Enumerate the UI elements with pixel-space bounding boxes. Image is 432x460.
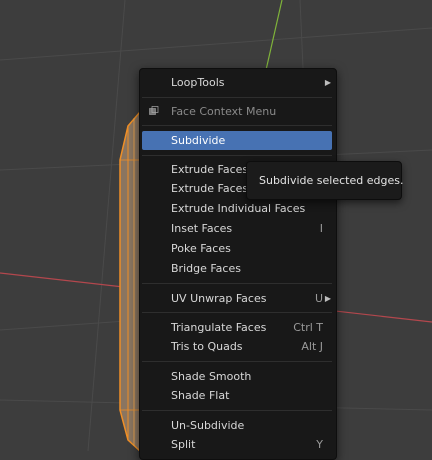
menu-header-label: Face Context Menu [171,105,277,118]
menu-item-label: Un-Subdivide [171,419,245,432]
menu-item-label: Subdivide [171,134,226,147]
menu-item-shade-flat[interactable]: Shade Flat [142,386,332,405]
face-context-menu: LoopTools ▶ Face Context Menu Subdivide … [139,68,337,460]
y-axis-line [265,0,283,71]
menu-item-label: Triangulate Faces [171,321,267,334]
menu-item-shortcut: I [319,222,323,235]
menu-item-label: Split [171,438,196,451]
menu-item-label: LoopTools [171,76,225,89]
menu-separator [142,97,332,98]
menu-item-triangulate-faces[interactable]: Triangulate Faces Ctrl T [142,318,332,337]
submenu-arrow-icon: ▶ [324,294,331,303]
menu-separator [142,312,332,313]
menu-item-shortcut: U [314,292,323,305]
selected-mesh[interactable] [119,109,141,451]
menu-separator [142,361,332,362]
menu-header: Face Context Menu [142,102,332,121]
menu-item-poke-faces[interactable]: Poke Faces [142,239,332,258]
menu-item-label: Shade Smooth [171,370,252,383]
menu-item-label: Tris to Quads [171,340,243,353]
menu-item-split[interactable]: Split Y [142,435,332,454]
menu-item-tris-to-quads[interactable]: Tris to Quads Alt J [142,337,332,356]
menu-item-label: Inset Faces [171,222,233,235]
menu-item-subdivide[interactable]: Subdivide [142,131,332,150]
menu-item-shortcut: Y [316,438,323,451]
submenu-arrow-icon: ▶ [324,78,331,87]
face-menu-icon [149,106,159,115]
menu-separator [142,155,332,156]
menu-item-label: UV Unwrap Faces [171,292,267,305]
menu-separator [142,125,332,126]
menu-item-shade-smooth[interactable]: Shade Smooth [142,367,332,386]
tooltip-text: Subdivide selected edges. [259,174,404,187]
menu-item-inset-faces[interactable]: Inset Faces I [142,219,332,238]
menu-item-label: Shade Flat [171,389,230,402]
menu-item-un-subdivide[interactable]: Un-Subdivide [142,416,332,435]
menu-item-label: Bridge Faces [171,262,241,275]
menu-item-bridge-faces[interactable]: Bridge Faces [142,259,332,278]
menu-item-label: Extrude Faces [171,163,249,176]
menu-item-shortcut: Ctrl T [293,321,323,334]
menu-separator [142,283,332,284]
menu-item-label: Poke Faces [171,242,231,255]
menu-item-looptools[interactable]: LoopTools ▶ [142,73,332,92]
menu-separator [142,410,332,411]
tooltip: Subdivide selected edges. [246,161,404,200]
menu-item-uv-unwrap-faces[interactable]: UV Unwrap Faces U ▶ [142,289,332,308]
menu-item-label: Extrude Individual Faces [171,202,306,215]
menu-item-extrude-individual-faces[interactable]: Extrude Individual Faces [142,199,332,218]
menu-item-shortcut: Alt J [301,340,323,353]
